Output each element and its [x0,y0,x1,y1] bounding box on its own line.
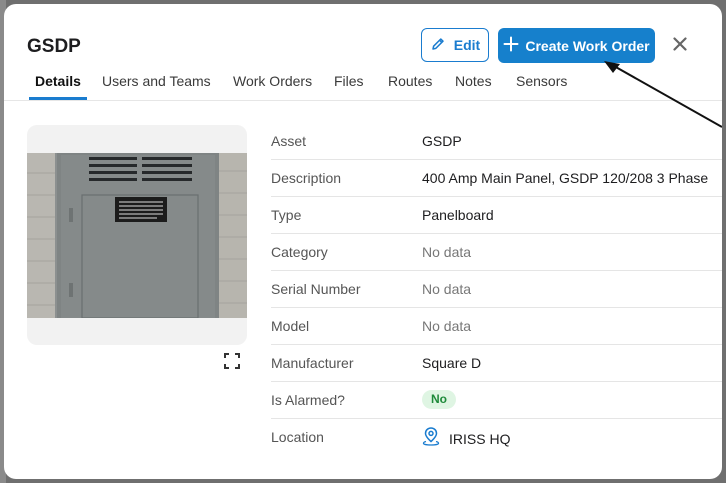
close-icon [673,36,687,56]
asset-photo [27,153,247,318]
pencil-icon [430,36,446,55]
tab-files[interactable]: Files [334,64,364,100]
detail-label: Type [271,207,302,223]
detail-value: No data [422,281,472,297]
asset-details-modal: GSDP Edit Create Work Order Details User… [4,4,722,479]
detail-label: Manufacturer [271,355,354,371]
expand-icon [223,353,241,374]
detail-row-serial-number: Serial Number No data [271,271,722,308]
location-value: IRISS HQ [449,430,511,447]
close-button[interactable] [668,34,692,58]
edit-button-label: Edit [453,37,481,53]
alarm-status-badge: No [422,390,456,409]
detail-value: 400 Amp Main Panel, GSDP 120/208 3 Phase [422,170,709,186]
details-table: Asset GSDP Description 400 Amp Main Pane… [271,123,722,455]
asset-photo-card [27,125,247,345]
detail-row-category: Category No data [271,234,722,271]
tab-details[interactable]: Details [35,64,81,100]
tab-routes[interactable]: Routes [388,64,432,100]
detail-row-location: Location IRISS HQ [271,419,722,455]
expand-photo-button[interactable] [223,352,241,370]
detail-label: Serial Number [271,281,361,297]
detail-label: Is Alarmed? [271,392,345,408]
location-link[interactable]: IRISS HQ [422,426,510,451]
detail-label: Category [271,244,328,260]
detail-label: Asset [271,133,307,149]
detail-value: GSDP [422,133,462,149]
detail-label: Description [271,170,342,186]
detail-row-manufacturer: Manufacturer Square D [271,345,722,382]
plus-icon [503,36,519,55]
tab-work-orders[interactable]: Work Orders [233,64,312,100]
map-pin-icon [422,426,440,451]
detail-value: No data [422,244,472,260]
edit-button[interactable]: Edit [421,28,489,62]
annotation-arrow [604,61,722,128]
detail-value: Square D [422,355,482,371]
tab-users-and-teams[interactable]: Users and Teams [102,64,211,100]
modal-title: GSDP [27,36,81,57]
detail-label: Model [271,318,310,334]
create-work-order-button[interactable]: Create Work Order [498,28,655,63]
tab-notes[interactable]: Notes [455,64,492,100]
detail-value: No data [422,318,472,334]
create-work-order-label: Create Work Order [525,37,650,54]
detail-row-description: Description 400 Amp Main Panel, GSDP 120… [271,160,722,197]
detail-row-model: Model No data [271,308,722,345]
detail-row-type: Type Panelboard [271,197,722,234]
detail-label: Location [271,429,324,445]
detail-value: Panelboard [422,207,494,223]
tab-sensors[interactable]: Sensors [516,64,567,100]
detail-row-is-alarmed: Is Alarmed? No [271,382,722,419]
